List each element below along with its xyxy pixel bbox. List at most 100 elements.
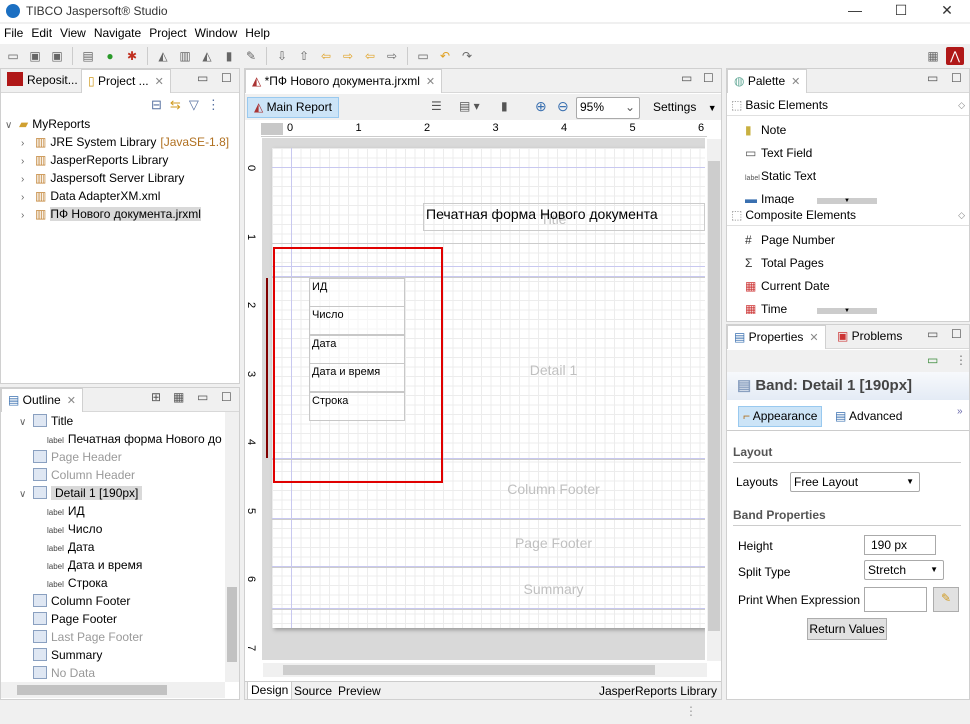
menu-window[interactable]: Window [191,24,242,44]
outline-item[interactable]: ∨ Detail 1 [190px] [19,484,223,502]
publish-icon[interactable]: ▮ [501,99,508,113]
prev-annotation-icon[interactable]: ⇧ [295,47,313,65]
compile-dropdown-icon[interactable]: ▤ ▾ [459,99,480,113]
outline-item[interactable]: Column Footer [19,592,223,610]
menu-help[interactable]: Help [241,24,274,44]
outline-hscrollbar[interactable] [1,682,225,698]
outline-item[interactable]: ∨ Title [19,412,223,430]
tree-view-icon[interactable]: ⊞ [151,390,161,404]
height-input[interactable]: 190 px [864,535,936,555]
minimize-icon[interactable]: ▭ [927,71,938,85]
close-button[interactable]: ✕ [924,0,970,22]
jaspersoft-perspective-icon[interactable]: ⋀ [946,47,964,65]
layouts-select[interactable]: Free Layout ▼ [790,472,920,492]
menu-project[interactable]: Project [145,24,190,44]
scroll-down-icon[interactable]: ▼ [817,308,877,314]
outline-item[interactable]: No Data [19,664,223,682]
minimize-icon[interactable]: ▭ [681,71,692,85]
maximize-icon[interactable]: ☐ [951,71,962,85]
collapse-all-icon[interactable]: ⊟ [151,97,170,112]
save-icon[interactable]: ▣ [26,47,44,65]
close-icon[interactable]: ✕ [155,76,164,88]
palette-group-header[interactable]: ⬚ Composite Elements ◇ [727,204,969,226]
palette-item[interactable]: ▮ Note [727,119,969,142]
outline-item[interactable]: label Строка [19,574,223,592]
zoom-in-icon[interactable]: ⊕ [535,98,547,115]
outline-item[interactable]: label ИД [19,502,223,520]
collapse-icon[interactable]: ◇ [958,94,965,116]
tree-item[interactable]: › ▥ JRE System Library [JavaSE-1.8] [5,133,237,151]
maximize-icon[interactable]: ☐ [951,327,962,341]
palette-group-header[interactable]: ⬚ Basic Elements ◇ [727,94,969,116]
maximize-icon[interactable]: ☐ [221,71,232,85]
split-type-select[interactable]: Stretch ▼ [864,560,944,580]
forward-icon[interactable]: ⇨ [383,47,401,65]
outline-item[interactable]: Summary [19,646,223,664]
maximize-icon[interactable]: ☐ [221,390,232,404]
canvas-vscrollbar[interactable] [707,139,721,661]
minimize-icon[interactable]: ▭ [927,327,938,341]
zoom-out-icon[interactable]: ⊖ [557,98,569,115]
tree-item[interactable]: ∨ ▰ MyReports [5,115,237,133]
minimize-button[interactable]: — [832,0,878,22]
tab-advanced[interactable]: ▤ Advanced [835,407,902,426]
expression-editor-button[interactable]: ✎ [933,587,959,612]
main-report-button[interactable]: ◭ Main Report [247,97,339,118]
server-icon[interactable]: ▮ [220,47,238,65]
canvas-hscrollbar[interactable] [263,663,707,677]
tab-project-explorer[interactable]: ▯ Project ... ✕ [81,69,171,93]
tab-design[interactable]: Design [247,682,293,700]
chevron-right-icon[interactable]: › [21,207,35,225]
menu-edit[interactable]: Edit [27,24,56,44]
tab-repository[interactable]: Reposit... [1,69,84,93]
tab-preview[interactable]: Preview [335,683,384,699]
last-edit-icon[interactable]: ⇦ [317,47,335,65]
tab-properties[interactable]: ▤ Properties ✕ [727,325,826,349]
tab-problems[interactable]: ▣ Problems [831,325,908,349]
outline-item[interactable]: Page Footer [19,610,223,628]
close-icon[interactable]: ✕ [67,395,76,407]
save-all-icon[interactable]: ▣ [48,47,66,65]
outline-item[interactable]: label Дата [19,538,223,556]
tab-outline[interactable]: ▤ Outline ✕ [1,388,83,412]
minimize-icon[interactable]: ▭ [197,71,208,85]
tab-source[interactable]: Source [291,683,335,699]
tree-item[interactable]: › ▥ JasperReports Library [5,151,237,169]
outline-item[interactable]: label Дата и время [19,556,223,574]
palette-item[interactable]: ▦ Current Date [727,275,969,298]
palette-item[interactable]: # Page Number [727,229,969,252]
tree-item[interactable]: › ▥ Jaspersoft Server Library [5,169,237,187]
menu-navigate[interactable]: Navigate [90,24,145,44]
title-static-text[interactable]: Печатная форма Нового документа [423,203,705,231]
new-report-icon[interactable]: ◭ [154,47,172,65]
view-menu-icon[interactable]: ⋮ [207,97,228,112]
outline-item[interactable]: Last Page Footer [19,628,223,646]
tree-item[interactable]: › ▥ Data AdapterXM.xml [5,187,237,205]
collapse-icon[interactable]: ◇ [958,204,965,226]
run-icon[interactable]: ● [101,47,119,65]
debug-icon[interactable]: ✱ [123,47,141,65]
palette-item[interactable]: labelStatic Text [727,165,969,188]
outline-item[interactable]: label Печатная форма Нового до [19,430,223,448]
tab-palette[interactable]: ◍ Palette ✕ [727,69,808,93]
tree-item[interactable]: › ▥ ПФ Нового документа.jrxml [5,205,237,223]
compile-icon[interactable]: ▤ [79,47,97,65]
close-icon[interactable]: ✕ [426,76,435,88]
forward-edit-icon[interactable]: ⇨ [339,47,357,65]
more-icon[interactable]: » [957,406,963,417]
minimize-icon[interactable]: ▭ [197,390,208,404]
pen-icon[interactable]: ✎ [242,47,260,65]
filter-icon[interactable]: ▽ [189,97,207,112]
settings-button[interactable]: Settings ▼ [653,100,717,114]
print-when-input[interactable] [864,587,927,612]
edit-report-icon[interactable]: ◭ [198,47,216,65]
new-adapter-icon[interactable]: ▥ [176,47,194,65]
close-icon[interactable]: ✕ [791,76,800,88]
pin-icon[interactable]: ▭ [927,353,938,367]
show-table-icon[interactable]: ▦ [173,390,184,404]
back-icon[interactable]: ⇦ [361,47,379,65]
redo-icon[interactable]: ↷ [458,47,476,65]
maximize-button[interactable]: ☐ [878,0,924,22]
pin-icon[interactable]: ▭ [414,47,432,65]
palette-item[interactable]: Σ Total Pages [727,252,969,275]
